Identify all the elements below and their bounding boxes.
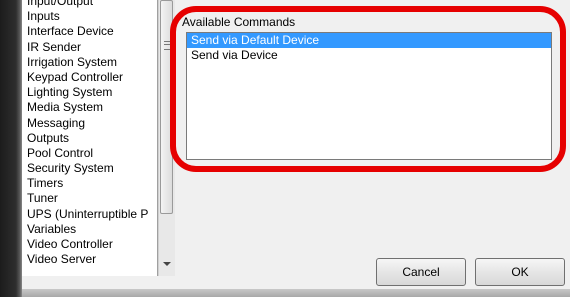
available-commands-list[interactable]: Send via Default Device Send via Device [186, 32, 552, 160]
device-type-list-items: Input/Output Inputs Interface Device IR … [27, 0, 148, 267]
list-item[interactable]: Lighting System [27, 85, 148, 100]
list-item[interactable]: IR Sender [27, 40, 148, 55]
list-item[interactable]: Tuner [27, 191, 148, 206]
dialog: Input/Output Inputs Interface Device IR … [0, 0, 570, 297]
window-frame [0, 0, 22, 297]
device-type-list[interactable]: Input/Output Inputs Interface Device IR … [22, 0, 158, 276]
list-item[interactable]: Variables [27, 222, 148, 237]
list-item[interactable]: Video Server [27, 252, 148, 267]
list-item[interactable]: Interface Device [27, 24, 148, 39]
grip-icon [164, 41, 170, 50]
list-item[interactable]: Input/Output [27, 0, 148, 9]
cancel-button[interactable]: Cancel [376, 258, 466, 286]
list-item[interactable]: Security System [27, 161, 148, 176]
list-item[interactable]: UPS (Uninterruptible P [27, 207, 148, 222]
device-list-scrollbar[interactable] [158, 0, 175, 276]
list-item[interactable]: Pool Control [27, 146, 148, 161]
command-item-send-default[interactable]: Send via Default Device [187, 33, 551, 48]
ok-button[interactable]: OK [475, 258, 565, 286]
window-bottom-edge [22, 289, 570, 297]
command-item-send-device[interactable]: Send via Device [187, 48, 551, 63]
list-item[interactable]: Messaging [27, 116, 148, 131]
list-item[interactable]: Irrigation System [27, 55, 148, 70]
list-item[interactable]: Inputs [27, 9, 148, 24]
list-item[interactable]: Outputs [27, 131, 148, 146]
list-item[interactable]: Timers [27, 176, 148, 191]
available-commands-label: Available Commands [182, 15, 296, 29]
scrollbar-thumb[interactable] [160, 0, 173, 214]
list-item[interactable]: Video Controller [27, 237, 148, 252]
chevron-down-icon[interactable] [163, 262, 171, 266]
list-item[interactable]: Keypad Controller [27, 70, 148, 85]
list-item[interactable]: Media System [27, 100, 148, 115]
